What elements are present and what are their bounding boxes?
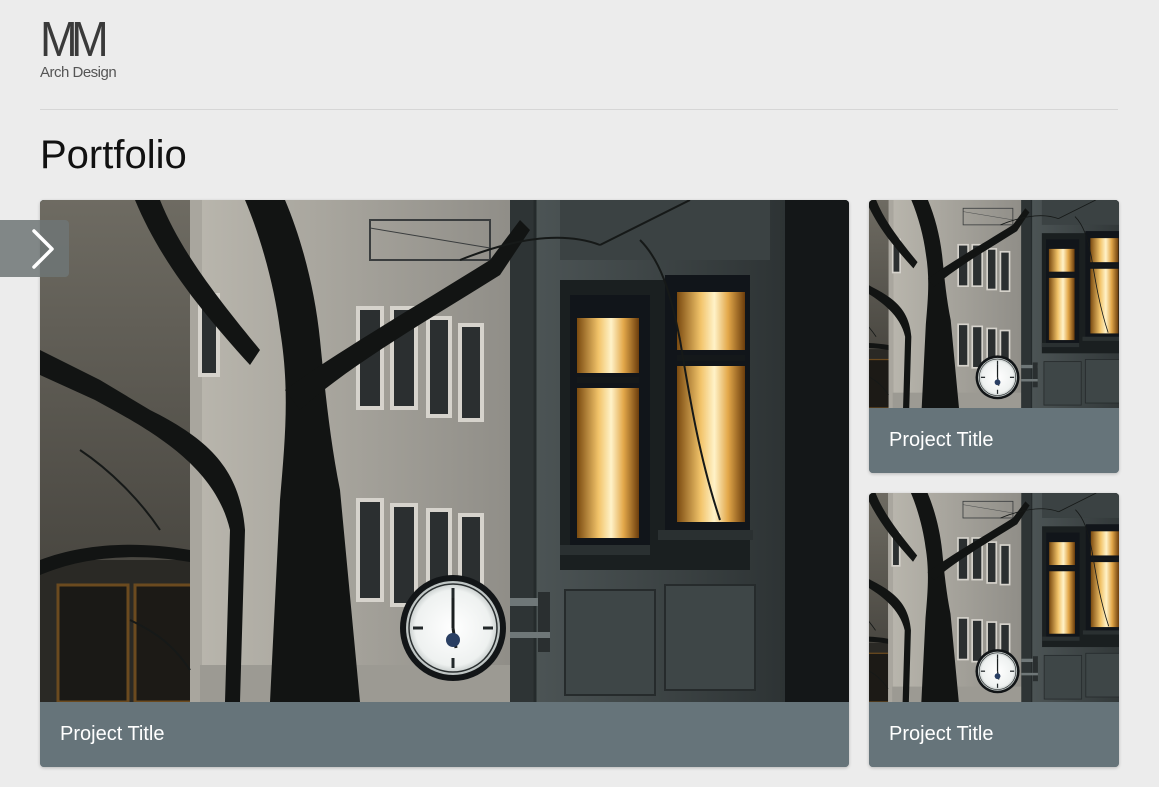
project-title: Project Title — [40, 702, 849, 767]
page-title: Portfolio — [40, 133, 187, 177]
project-card-featured[interactable]: Project Title — [40, 200, 849, 767]
header-divider — [40, 109, 1118, 110]
logo-tagline: Arch Design — [40, 64, 117, 81]
project-image — [40, 200, 849, 702]
project-title: Project Title — [869, 702, 1119, 767]
logo-mark: MM — [40, 13, 109, 67]
next-button[interactable] — [0, 220, 69, 277]
project-title: Project Title — [869, 408, 1119, 473]
project-card-small-bottom[interactable]: Project Title — [869, 493, 1119, 767]
project-image — [869, 200, 1119, 408]
portfolio-page: MM Arch Design Portfolio Project Title P… — [0, 0, 1159, 787]
project-card-small-top[interactable]: Project Title — [869, 200, 1119, 473]
chevron-right-icon — [32, 229, 54, 269]
company-logo[interactable]: MM Arch Design — [40, 13, 130, 84]
project-image — [869, 493, 1119, 702]
